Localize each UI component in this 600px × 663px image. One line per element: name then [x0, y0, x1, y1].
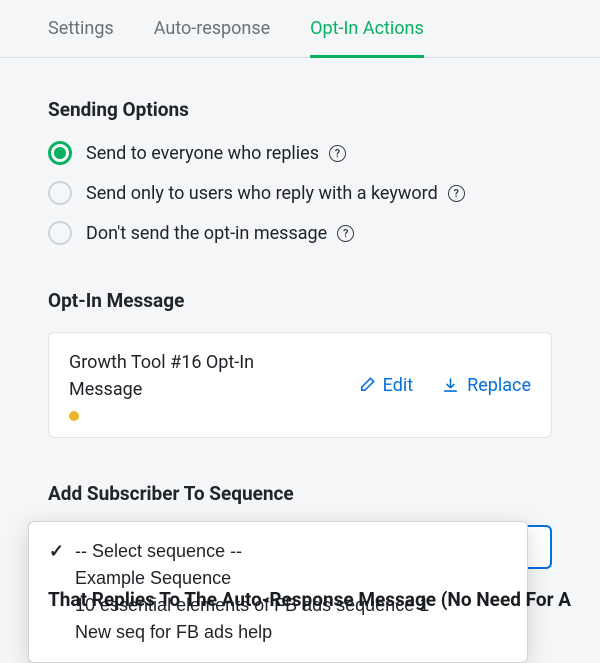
draft-status-dot-icon	[69, 411, 79, 421]
message-title: Growth Tool #16 Opt-In Message	[69, 349, 329, 403]
edit-label: Edit	[383, 375, 413, 396]
sequence-option[interactable]: New seq for FB ads help	[49, 619, 507, 646]
sending-options-heading: Sending Options	[48, 98, 552, 121]
radio-label: Send only to users who reply with a keyw…	[86, 183, 438, 204]
message-title-wrap: Growth Tool #16 Opt-In Message	[69, 349, 329, 421]
edit-icon	[357, 376, 376, 395]
radio-send-keyword[interactable]: Send only to users who reply with a keyw…	[48, 181, 552, 205]
replace-button[interactable]: Replace	[441, 375, 531, 396]
help-icon[interactable]: ?	[329, 145, 346, 162]
sequence-option-placeholder[interactable]: ✓ -- Select sequence --	[49, 538, 507, 565]
check-icon: ✓	[49, 541, 75, 562]
sequence-select-wrapper: ✓ -- Select sequence -- Example Sequence…	[48, 525, 552, 569]
tab-bar: Settings Auto-response Opt-In Actions	[0, 0, 600, 58]
download-icon	[441, 376, 460, 395]
tab-opt-in-actions[interactable]: Opt-In Actions	[310, 18, 424, 58]
partial-heading: That Replies To The Auto-Response Messag…	[48, 588, 590, 613]
help-icon[interactable]: ?	[337, 225, 354, 242]
option-label: Example Sequence	[75, 568, 231, 589]
radio-send-everyone[interactable]: Send to everyone who replies ?	[48, 141, 552, 165]
radio-label: Send to everyone who replies	[86, 143, 319, 164]
radio-icon	[48, 221, 72, 245]
option-label: -- Select sequence --	[75, 541, 242, 562]
radio-label: Don't send the opt-in message	[86, 223, 327, 244]
opt-in-message-card: Growth Tool #16 Opt-In Message Edit Repl…	[48, 332, 552, 438]
radio-dont-send[interactable]: Don't send the opt-in message ?	[48, 221, 552, 245]
replace-label: Replace	[467, 375, 531, 396]
tab-auto-response[interactable]: Auto-response	[154, 18, 270, 58]
radio-icon	[48, 141, 72, 165]
tab-settings[interactable]: Settings	[48, 18, 114, 58]
option-label: New seq for FB ads help	[75, 622, 272, 643]
radio-icon	[48, 181, 72, 205]
opt-in-message-heading: Opt-In Message	[48, 289, 552, 312]
sequence-heading: Add Subscriber To Sequence	[48, 482, 552, 505]
help-icon[interactable]: ?	[448, 185, 465, 202]
edit-button[interactable]: Edit	[357, 375, 413, 396]
